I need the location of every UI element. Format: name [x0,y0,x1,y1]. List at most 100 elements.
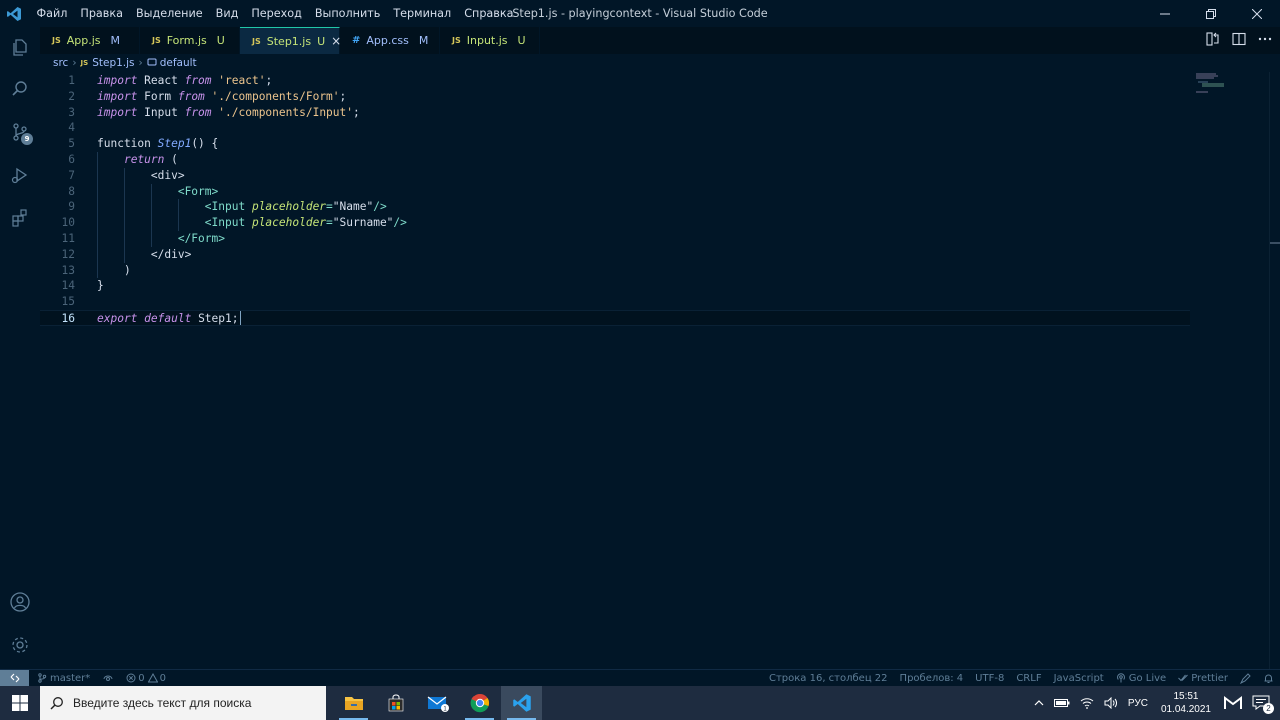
tab-input-js[interactable]: JS Input.js U [440,27,540,54]
code-line[interactable]: 1 import React from 'react'; [40,73,1190,89]
code-line[interactable]: 6 return ( [40,152,1190,168]
taskbar-search-box[interactable]: Введите здесь текст для поиска [40,686,326,720]
code-text: </div> [97,247,191,263]
cursor-position[interactable]: Строка 16, столбец 22 [769,673,888,684]
code-line[interactable]: 8 <Form> [40,184,1190,200]
code-line[interactable]: 10 <Input placeholder="Surname"/> [40,215,1190,231]
tab-status: M [110,34,121,47]
code-token: import [97,89,138,103]
clock[interactable]: 15:51 01.04.2021 [1161,690,1211,716]
text-cursor [239,311,241,325]
tab-status: M [418,34,429,47]
code-line[interactable]: 2 import Form from './components/Form'; [40,89,1190,105]
menu-run[interactable]: Выполнить [308,0,387,27]
file-explorer-icon[interactable] [333,686,374,720]
input-language[interactable]: РУС [1128,698,1148,709]
notifications-icon[interactable]: 2 [1252,695,1274,714]
split-editor-icon[interactable] [1232,32,1246,49]
prettier-button[interactable]: Prettier [1178,673,1228,684]
line-endings[interactable]: CRLF [1016,673,1041,684]
code-line[interactable]: 12 </div> [40,247,1190,263]
search-icon[interactable] [0,69,40,109]
branch-indicator[interactable]: master* [37,673,90,684]
more-actions-icon[interactable] [1258,32,1272,49]
code-line[interactable]: 13 ) [40,263,1190,279]
code-token: Form [137,89,178,103]
run-debug-icon[interactable] [0,155,40,195]
clock-date: 01.04.2021 [1160,704,1211,715]
tab-app-js[interactable]: JS App.js M [40,27,140,54]
code-line[interactable]: 14} [40,278,1190,294]
menu-file[interactable]: Файл [30,0,74,27]
breadcrumb-folder[interactable]: src [53,57,68,69]
windows-start-button[interactable] [0,686,40,720]
chrome-icon[interactable] [459,686,500,720]
code-line[interactable]: 4 [40,120,1190,136]
language-mode[interactable]: JavaScript [1054,673,1104,684]
menu-edit[interactable]: Правка [74,0,130,27]
menu-terminal[interactable]: Терминал [387,0,458,27]
windows-logo-icon [12,695,28,711]
code-text: import Input from './components/Input'; [97,105,360,121]
code-line[interactable]: 15 [40,294,1190,310]
encoding[interactable]: UTF-8 [975,673,1004,684]
code-line[interactable]: 7 <div> [40,168,1190,184]
breadcrumb-symbol[interactable]: default [160,57,197,69]
menu-selection[interactable]: Выделение [130,0,210,27]
line-number: 8 [68,184,75,198]
go-live-button[interactable]: Go Live [1116,673,1166,684]
code-token: 'react' [218,74,266,87]
code-editor[interactable]: 1 import React from 'react'; 2 import Form … [40,72,1280,669]
code-token: } [97,279,104,293]
menu-help[interactable]: Справка [458,0,520,27]
close-window-button[interactable] [1234,0,1280,27]
remote-indicator[interactable] [0,669,29,687]
code-line[interactable]: 9 <Input placeholder="Name"/> [40,199,1190,215]
mail-icon[interactable]: 1 [417,686,458,720]
tab-form-js[interactable]: JS Form.js U [140,27,240,54]
problems-indicator[interactable]: 0 0 [126,673,166,684]
editor-scrollbar[interactable] [1269,72,1280,669]
chevron-up-icon[interactable] [1034,699,1044,707]
compare-changes-icon[interactable] [1206,32,1220,49]
activity-bar: 9 [0,27,40,669]
extensions-icon[interactable] [0,198,40,238]
files-icon[interactable] [0,27,40,67]
tab-status: U [517,34,526,47]
warning-icon [147,673,158,683]
indentation[interactable]: Пробелов: 4 [900,673,964,684]
restore-button[interactable] [1188,0,1234,27]
sync-icon[interactable] [102,673,114,683]
code-token: React [137,74,185,87]
code-token: './components/Form' [211,89,340,103]
code-line[interactable]: 11 </Form> [40,231,1190,247]
wifi-icon[interactable] [1080,697,1094,709]
tab-step1-js[interactable]: JS Step1.js U × [240,27,341,54]
minimize-button[interactable] [1142,0,1188,27]
notifications-bell-icon[interactable] [1263,673,1274,684]
code-text: return ( [97,152,178,168]
feedback-icon[interactable] [1240,672,1251,684]
tab-label: App.css [366,34,409,47]
volume-icon[interactable] [1104,697,1118,709]
source-control-icon[interactable]: 9 [0,112,40,152]
code-token: /> [393,216,407,230]
settings-gear-icon[interactable] [0,625,40,665]
account-icon[interactable] [0,582,40,622]
code-line[interactable]: 3 import Input from './components/Input'; [40,105,1190,121]
gmail-tray-icon[interactable] [1224,696,1242,710]
store-icon[interactable] [375,686,416,720]
code-line[interactable]: 16 export default Step1; [40,310,1190,326]
breadcrumb-file[interactable]: Step1.js [92,57,134,69]
minimap[interactable] [1194,72,1264,102]
error-icon [126,673,136,683]
double-check-icon [1178,674,1189,682]
battery-icon[interactable] [1053,698,1070,708]
menu-go[interactable]: Переход [245,0,308,27]
scrollbar-cursor-marker [1270,242,1280,244]
vscode-icon[interactable] [501,686,542,720]
code-line[interactable]: 5 function Step1() { [40,136,1190,152]
tab-app-css[interactable]: # App.css M [340,27,440,54]
menu-view[interactable]: Вид [209,0,245,27]
clock-time: 15:51 [1173,691,1199,702]
